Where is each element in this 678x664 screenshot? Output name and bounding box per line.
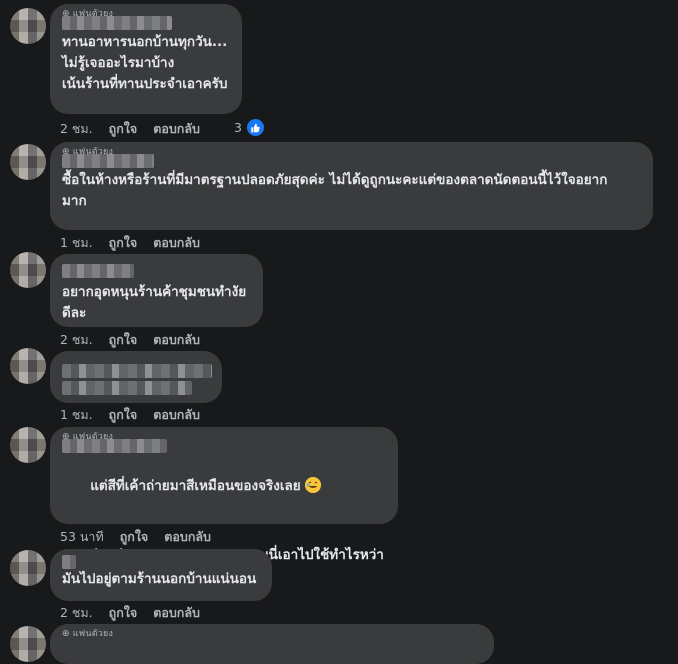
comment-text: มันไปอยู่ตามร้านนอกบ้านแน่นอน <box>62 571 257 587</box>
timestamp[interactable]: 2 ชม. <box>60 603 93 623</box>
avatar[interactable] <box>10 427 46 463</box>
timestamp[interactable]: 53 นาที <box>60 527 104 547</box>
comment-bubble: อยากอุดหนุนร้านค้าชุมชนทำงัย ดีละ <box>50 254 263 327</box>
timestamp[interactable]: 2 ชม. <box>60 119 93 139</box>
comment-text: อยากอุดหนุนร้านค้าชุมชนทำงัย ดีละ <box>62 284 247 321</box>
avatar[interactable] <box>10 626 46 662</box>
timestamp[interactable]: 2 ชม. <box>60 330 93 350</box>
blurred-author-name[interactable] <box>62 439 167 453</box>
timestamp[interactable]: 1 ชม. <box>60 233 93 253</box>
comment-bubble: ⊕ แฟนตัวยง แต่สีที่เค้าถ่ายมาสีเหมือนของ… <box>50 427 398 583</box>
comment-text: ซื้อในห้างหรือร้านที่มีมาตรฐานปลอดภัยสุด… <box>62 172 608 209</box>
rofl-emoji-icon <box>304 477 321 493</box>
avatar[interactable] <box>10 348 46 384</box>
comment-bubble: มันไปอยู่ตามร้านนอกบ้านแน่นอน <box>50 549 272 601</box>
comment-text: ทานอาหารนอกบ้านทุกวัน... ไม่รู้เจออะไรมา… <box>62 34 228 92</box>
blurred-author-name[interactable] <box>62 154 154 168</box>
reply-button[interactable]: ตอบกลับ <box>153 603 200 623</box>
avatar[interactable] <box>10 252 46 288</box>
comment-actions: 1 ชม. ถูกใจ ตอบกลับ <box>60 405 200 425</box>
comment-actions: 2 ชม. ถูกใจ ตอบกลับ <box>60 330 200 350</box>
blurred-author-name[interactable] <box>62 555 76 569</box>
like-button[interactable]: ถูกใจ <box>109 233 138 253</box>
timestamp[interactable]: 1 ชม. <box>60 405 93 425</box>
blurred-comment-text <box>62 381 192 395</box>
reply-button[interactable]: ตอบกลับ <box>153 405 200 425</box>
reply-button[interactable]: ตอบกลับ <box>153 119 200 139</box>
avatar[interactable] <box>10 144 46 180</box>
comment-actions: 1 ชม. ถูกใจ ตอบกลับ <box>60 233 200 253</box>
comment-actions: 53 นาที ถูกใจ ตอบกลับ <box>60 527 211 547</box>
avatar[interactable] <box>10 8 46 44</box>
reply-button[interactable]: ตอบกลับ <box>164 527 211 547</box>
blurred-author-name[interactable] <box>62 364 212 378</box>
blurred-author-name[interactable] <box>62 16 172 30</box>
reply-button[interactable]: ตอบกลับ <box>153 330 200 350</box>
comment-bubble: ⊕ แฟนตัวยง ซื้อในห้างหรือร้านที่มีมาตรฐา… <box>50 142 653 230</box>
blurred-author-name[interactable] <box>62 264 134 278</box>
reaction-count: 3 <box>234 120 242 135</box>
reaction-summary[interactable]: 3 <box>234 117 266 138</box>
comment-bubble: ⊕ แฟนตัวยง <box>50 624 494 664</box>
thumbs-up-icon <box>244 117 266 138</box>
avatar[interactable] <box>10 550 46 586</box>
like-button[interactable]: ถูกใจ <box>109 330 138 350</box>
comment-bubble <box>50 351 222 403</box>
comment-bubble: ⊕ แฟนตัวยง ทานอาหารนอกบ้านทุกวัน... ไม่ร… <box>50 4 242 114</box>
comment-actions: 2 ชม. ถูกใจ ตอบกลับ <box>60 119 200 139</box>
comment-text-line: แต่สีที่เค้าถ่ายมาสีเหมือนของจริงเลย <box>62 455 386 518</box>
like-button[interactable]: ถูกใจ <box>120 527 149 547</box>
like-button[interactable]: ถูกใจ <box>109 119 138 139</box>
like-button[interactable]: ถูกใจ <box>109 405 138 425</box>
comment-actions: 2 ชม. ถูกใจ ตอบกลับ <box>60 603 200 623</box>
reply-button[interactable]: ตอบกลับ <box>153 233 200 253</box>
fan-badge: ⊕ แฟนตัวยง <box>62 629 114 639</box>
like-button[interactable]: ถูกใจ <box>109 603 138 623</box>
